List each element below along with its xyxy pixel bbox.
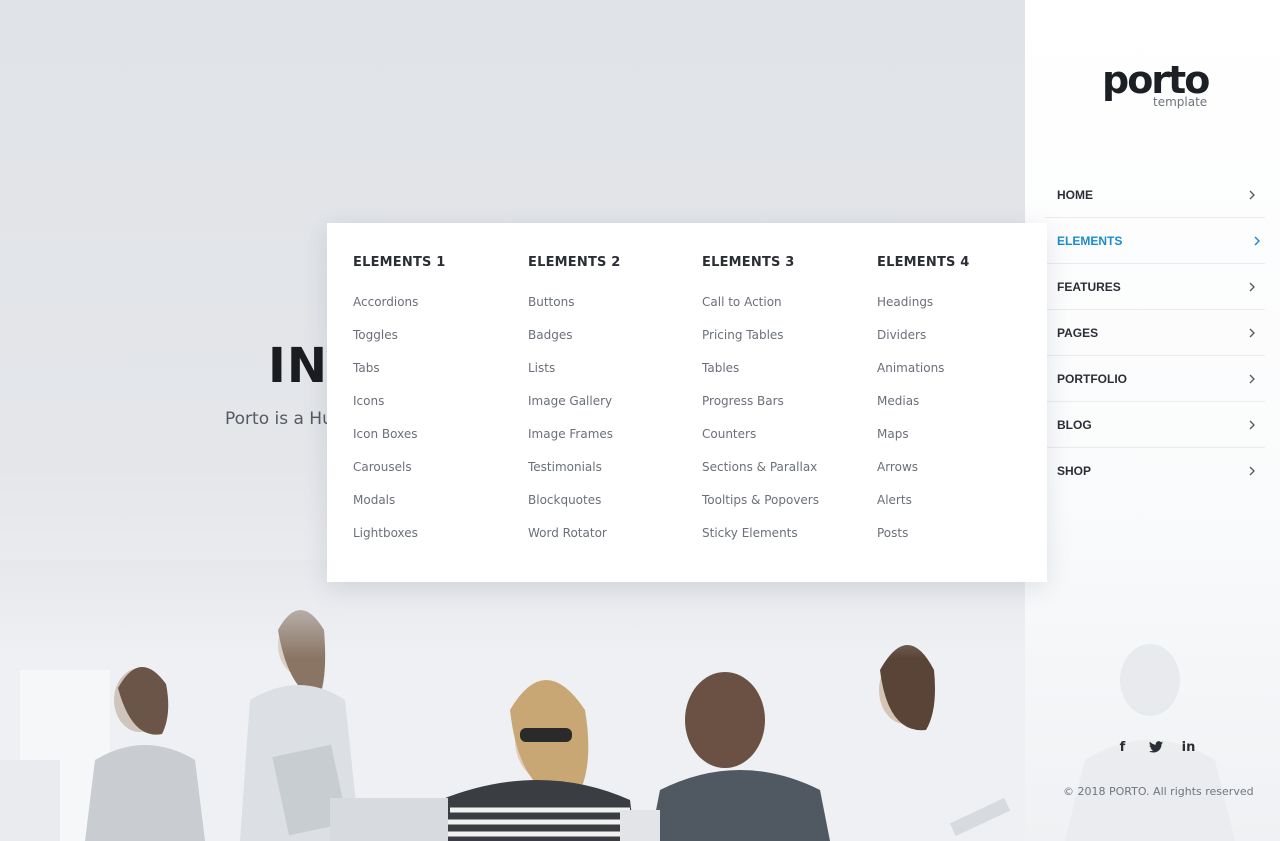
menu-link-word-rotator[interactable]: Word Rotator xyxy=(528,523,698,556)
menu-link-dividers[interactable]: Dividers xyxy=(877,325,1047,358)
nav-item-pages[interactable]: PAGES xyxy=(1045,310,1265,356)
hero-subheading: Porto is a Hu xyxy=(225,409,333,429)
chevron-right-icon xyxy=(1254,235,1260,246)
copyright-text: © 2018 PORTO. All rights reserved xyxy=(1063,785,1254,798)
chevron-right-icon xyxy=(1249,328,1255,337)
nav-label: PORTFOLIO xyxy=(1057,371,1127,386)
menu-link-testimonials[interactable]: Testimonials xyxy=(528,457,698,490)
chevron-right-icon xyxy=(1249,374,1255,383)
facebook-icon[interactable]: f xyxy=(1115,738,1130,756)
menu-link-sticky-elements[interactable]: Sticky Elements xyxy=(702,523,872,556)
menu-link-call-to-action[interactable]: Call to Action xyxy=(702,292,872,325)
menu-link-buttons[interactable]: Buttons xyxy=(528,292,698,325)
menu-link-pricing-tables[interactable]: Pricing Tables xyxy=(702,325,872,358)
menu-link-posts[interactable]: Posts xyxy=(877,523,1047,556)
nav-item-shop[interactable]: SHOP xyxy=(1045,448,1265,494)
menu-link-tabs[interactable]: Tabs xyxy=(353,358,523,391)
column-title: ELEMENTS 2 xyxy=(528,255,621,270)
column-title: ELEMENTS 1 xyxy=(353,255,446,270)
chevron-right-icon xyxy=(1249,282,1255,291)
mega-menu-column-4: ELEMENTS 4 Headings Dividers Animations … xyxy=(877,255,1047,556)
sidebar-background-photo xyxy=(1065,644,1235,841)
menu-link-image-gallery[interactable]: Image Gallery xyxy=(528,391,698,424)
sidebar-nav: HOME ELEMENTS FEATURES PAGES PORTFOLIO B… xyxy=(1045,172,1265,494)
column-title: ELEMENTS 4 xyxy=(877,255,970,270)
mega-menu-column-1: ELEMENTS 1 Accordions Toggles Tabs Icons… xyxy=(353,255,523,556)
menu-link-sections-parallax[interactable]: Sections & Parallax xyxy=(702,457,872,490)
hero-office-photo xyxy=(0,560,1025,841)
nav-item-home[interactable]: HOME xyxy=(1045,172,1265,218)
elements-mega-menu: ELEMENTS 1 Accordions Toggles Tabs Icons… xyxy=(327,223,1047,582)
nav-label: PAGES xyxy=(1057,325,1099,340)
logo[interactable]: porto template xyxy=(1102,60,1212,112)
menu-link-icons[interactable]: Icons xyxy=(353,391,523,424)
chevron-right-icon xyxy=(1249,420,1255,429)
nav-label: SHOP xyxy=(1057,464,1092,478)
nav-item-elements[interactable]: ELEMENTS xyxy=(1045,218,1265,264)
nav-item-blog[interactable]: BLOG xyxy=(1045,402,1265,448)
menu-link-alerts[interactable]: Alerts xyxy=(877,490,1047,523)
linkedin-icon[interactable]: in xyxy=(1181,738,1196,756)
menu-link-animations[interactable]: Animations xyxy=(877,358,1047,391)
menu-link-tables[interactable]: Tables xyxy=(702,358,872,391)
menu-link-lists[interactable]: Lists xyxy=(528,358,698,391)
menu-link-badges[interactable]: Badges xyxy=(528,325,698,358)
menu-link-icon-boxes[interactable]: Icon Boxes xyxy=(353,424,523,457)
nav-label: BLOG xyxy=(1057,417,1092,432)
menu-link-headings[interactable]: Headings xyxy=(877,292,1047,325)
hero-heading: IN xyxy=(268,338,329,394)
mega-menu-column-3: ELEMENTS 3 Call to Action Pricing Tables… xyxy=(702,255,872,556)
sidebar: porto template HOME ELEMENTS FEATURES PA… xyxy=(1025,0,1280,841)
mega-menu-column-2: ELEMENTS 2 Buttons Badges Lists Image Ga… xyxy=(528,255,698,556)
menu-link-arrows[interactable]: Arrows xyxy=(877,457,1047,490)
menu-link-blockquotes[interactable]: Blockquotes xyxy=(528,490,698,523)
menu-link-medias[interactable]: Medias xyxy=(877,391,1047,424)
twitter-icon[interactable] xyxy=(1148,738,1163,756)
nav-label: FEATURES xyxy=(1057,279,1121,294)
menu-link-accordions[interactable]: Accordions xyxy=(353,292,523,325)
chevron-right-icon xyxy=(1249,466,1255,476)
menu-link-image-frames[interactable]: Image Frames xyxy=(528,424,698,457)
column-title: ELEMENTS 3 xyxy=(702,255,795,270)
menu-link-tooltips-popovers[interactable]: Tooltips & Popovers xyxy=(702,490,872,523)
logo-subtitle: template xyxy=(1153,95,1208,109)
nav-item-portfolio[interactable]: PORTFOLIO xyxy=(1045,356,1265,402)
menu-link-progress-bars[interactable]: Progress Bars xyxy=(702,391,872,424)
menu-link-lightboxes[interactable]: Lightboxes xyxy=(353,523,523,556)
menu-link-counters[interactable]: Counters xyxy=(702,424,872,457)
nav-label: HOME xyxy=(1057,187,1093,202)
menu-link-modals[interactable]: Modals xyxy=(353,490,523,523)
chevron-right-icon xyxy=(1249,190,1255,199)
menu-link-carousels[interactable]: Carousels xyxy=(353,457,523,490)
logo-wordmark: porto xyxy=(1102,58,1210,102)
nav-label: ELEMENTS xyxy=(1057,233,1123,248)
nav-item-features[interactable]: FEATURES xyxy=(1045,264,1265,310)
social-links: f in xyxy=(1115,738,1196,756)
menu-link-toggles[interactable]: Toggles xyxy=(353,325,523,358)
menu-link-maps[interactable]: Maps xyxy=(877,424,1047,457)
